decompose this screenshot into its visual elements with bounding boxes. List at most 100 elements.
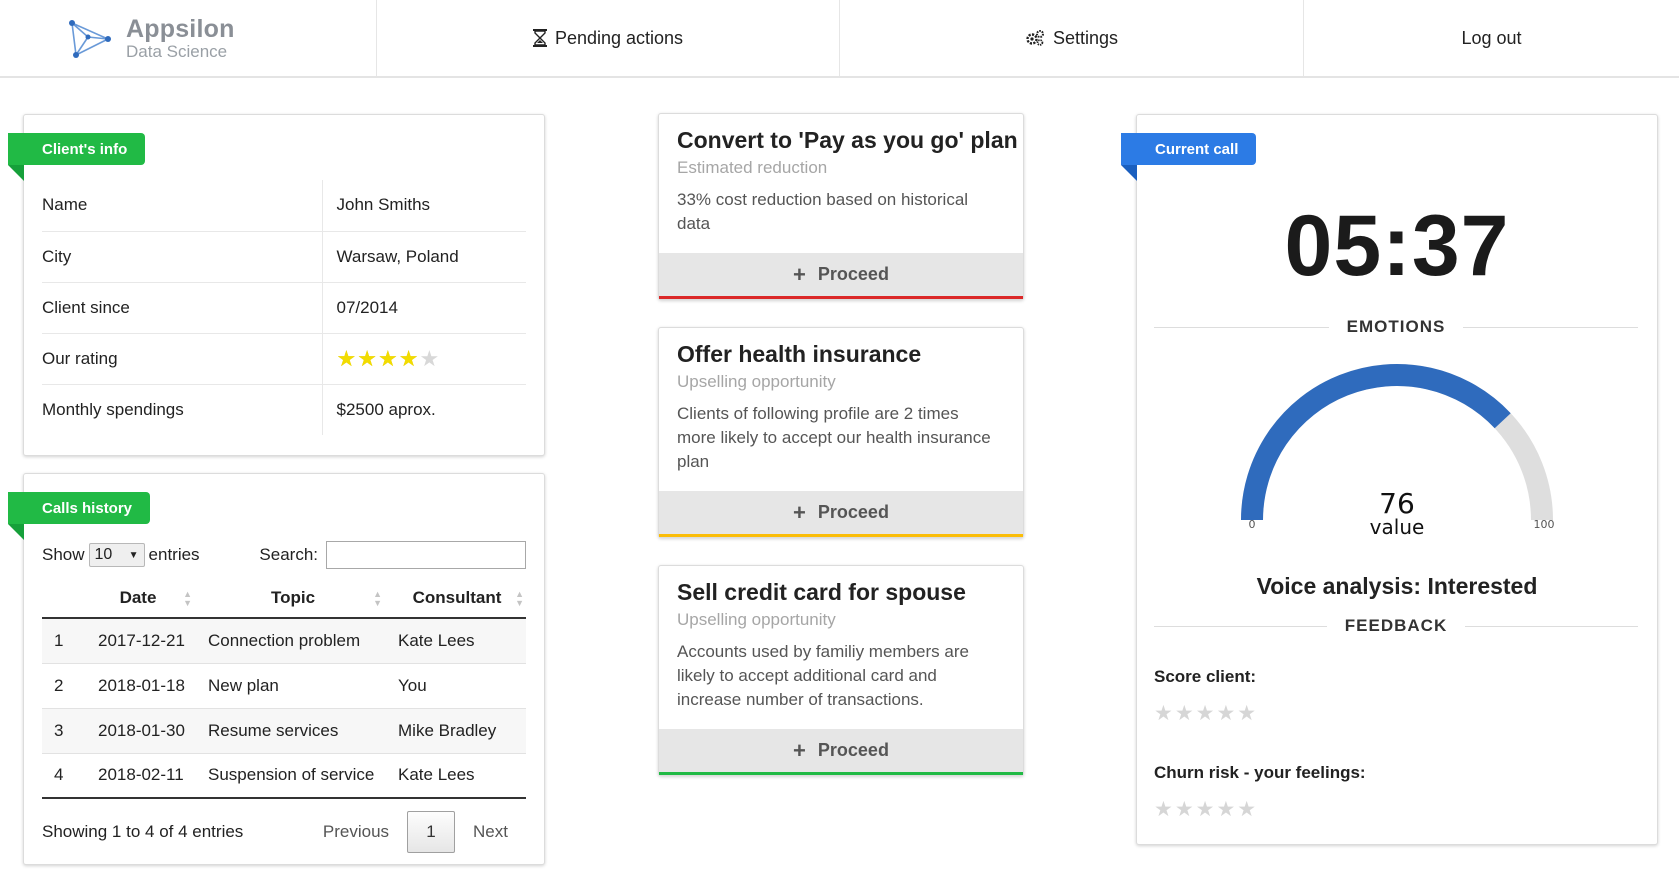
table-row[interactable]: 4 2018-02-11 Suspension of service Kate … <box>42 753 526 799</box>
action-card-pay-as-you-go: Convert to 'Pay as you go' plan Estimate… <box>658 113 1024 300</box>
emotions-divider: EMOTIONS <box>1154 317 1639 337</box>
cell-date: 2018-01-18 <box>78 663 198 709</box>
score-client-label: Score client: <box>1154 667 1257 686</box>
cell-consultant: Kate Lees <box>388 753 526 799</box>
col-header-topic[interactable]: Topic ▲ ▼ <box>198 578 388 619</box>
action-description: Clients of following profile are 2 times… <box>677 404 991 471</box>
table-row[interactable]: 2 2018-01-18 New plan You <box>42 663 526 709</box>
feedback-divider: FEEDBACK <box>1154 616 1639 636</box>
feedback-heading: FEEDBACK <box>1344 616 1448 635</box>
score-client-stars[interactable]: ★★★★★ <box>1154 701 1258 726</box>
info-row-rating: Our rating ★★★★★ <box>42 333 526 385</box>
cell-topic: Suspension of service <box>198 753 388 799</box>
info-row-client-since: Client since 07/2014 <box>42 282 526 334</box>
proceed-button[interactable]: + Proceed <box>659 491 1023 537</box>
previous-page-button[interactable]: Previous <box>305 822 407 842</box>
cell-index: 2 <box>42 663 78 709</box>
gauge-fill <box>1241 364 1511 521</box>
page-1-button[interactable]: 1 <box>407 811 456 853</box>
plus-icon: + <box>793 261 806 287</box>
nav-logout[interactable]: Log out <box>1304 0 1679 76</box>
call-timer: 05:37 <box>1284 198 1510 294</box>
gauge-max-label: 100 <box>1534 518 1555 531</box>
nav-settings-label: Settings <box>1052 27 1119 48</box>
emotions-gauge: 76 value 0 100 <box>1241 364 1555 535</box>
show-label: Show <box>42 545 85 564</box>
cell-consultant: Mike Bradley <box>388 708 526 754</box>
action-card-credit-card: Sell credit card for spouse Upselling op… <box>658 565 1024 776</box>
info-key: Name <box>42 180 323 232</box>
star-filled-icon: ★ <box>357 345 378 371</box>
action-card-health-insurance: Offer health insurance Upselling opportu… <box>658 327 1024 538</box>
plus-icon: + <box>793 499 806 525</box>
nav-settings[interactable]: Settings <box>840 0 1304 76</box>
table-footer: Showing 1 to 4 of 4 entries Previous 1 N… <box>42 809 526 855</box>
cell-index: 3 <box>42 708 78 754</box>
gears-icon <box>1026 30 1044 46</box>
star-filled-icon: ★ <box>336 345 358 371</box>
gauge-value-label: value <box>1370 515 1425 535</box>
sort-icon: ▲ ▼ <box>515 589 524 608</box>
table-row[interactable]: 1 2017-12-21 Connection problem Kate Lee… <box>42 618 526 664</box>
client-info-table: Name John Smiths City Warsaw, Poland Cli… <box>42 180 526 435</box>
cell-index: 1 <box>42 618 78 664</box>
page-size-select[interactable]: 10 ▼ <box>88 543 145 567</box>
info-row-city: City Warsaw, Poland <box>42 231 526 283</box>
nav-logout-label: Log out <box>1461 27 1522 48</box>
proceed-button[interactable]: + Proceed <box>659 729 1023 775</box>
action-description: 33% cost reduction based on historical d… <box>677 190 969 233</box>
action-subtitle: Upselling opportunity <box>677 610 836 629</box>
action-title: Sell credit card for spouse <box>677 579 966 605</box>
info-value: Warsaw, Poland <box>322 231 526 283</box>
search-input[interactable] <box>326 541 526 569</box>
nav-pending-label: Pending actions <box>554 27 684 48</box>
action-description: Accounts used by familiy members are lik… <box>677 642 969 709</box>
gauge-min-label: 0 <box>1249 518 1256 531</box>
col-header-consultant[interactable]: Consultant ▲ ▼ <box>388 578 526 619</box>
churn-risk-stars[interactable]: ★★★★★ <box>1154 797 1258 822</box>
top-navbar: Appsilon Data Science Pending actions Se… <box>0 0 1679 78</box>
appsilon-logo-icon <box>69 20 111 58</box>
info-key: Our rating <box>42 333 323 385</box>
nav-pending-actions[interactable]: Pending actions <box>377 0 840 76</box>
action-subtitle: Upselling opportunity <box>677 372 836 391</box>
proceed-label: Proceed <box>817 740 889 760</box>
col-header-index <box>42 578 78 619</box>
action-subtitle: Estimated reduction <box>677 158 828 177</box>
cell-date: 2018-01-30 <box>78 708 198 754</box>
calls-history-card: Calls history Show 10 ▼ entries Search: … <box>8 473 545 865</box>
info-value: $2500 aprox. <box>336 399 436 419</box>
action-title: Convert to 'Pay as you go' plan <box>677 127 1018 153</box>
page-size-value: 10 <box>94 546 113 563</box>
logo[interactable]: Appsilon Data Science <box>0 0 377 76</box>
search-label: Search: <box>259 545 318 564</box>
sort-icon: ▲ ▼ <box>183 589 192 608</box>
cell-topic: Resume services <box>198 708 388 754</box>
emotions-heading: EMOTIONS <box>1346 317 1446 336</box>
logo-subtitle: Data Science <box>126 41 228 61</box>
info-value: John Smiths <box>322 180 526 232</box>
voice-analysis: Voice analysis: Interested <box>1256 573 1538 599</box>
logo-title: Appsilon <box>126 14 235 43</box>
caret-down-icon: ▼ <box>128 549 139 561</box>
plus-icon: + <box>793 737 806 763</box>
client-info-ribbon: Client's info <box>8 133 146 181</box>
calls-history-ribbon: Calls history <box>8 492 151 540</box>
next-page-button[interactable]: Next <box>455 822 526 842</box>
proceed-button[interactable]: + Proceed <box>659 253 1023 299</box>
table-info: Showing 1 to 4 of 4 entries <box>42 822 244 841</box>
info-key: Client since <box>42 282 323 334</box>
proceed-label: Proceed <box>817 502 889 522</box>
churn-risk-label: Churn risk - your feelings: <box>1154 763 1366 782</box>
current-call-card: Current call 05:37 EMOTIONS 76 value 0 1… <box>1121 114 1658 845</box>
action-title: Offer health insurance <box>677 341 922 367</box>
calls-history-table: Date ▲ ▼ Topic ▲ ▼ Consultant ▲ ▼ 1 2017-12-21… <box>42 578 526 799</box>
col-header-date[interactable]: Date ▲ ▼ <box>78 578 198 619</box>
cell-topic: New plan <box>198 663 388 709</box>
info-key: Monthly spendings <box>42 384 323 435</box>
sort-icon: ▲ ▼ <box>373 589 382 608</box>
table-row[interactable]: 3 2018-01-30 Resume services Mike Bradle… <box>42 708 526 754</box>
cell-date: 2017-12-21 <box>78 618 198 664</box>
table-header-row: Date ▲ ▼ Topic ▲ ▼ Consultant ▲ ▼ <box>42 578 526 619</box>
info-row-name: Name John Smiths <box>42 180 526 232</box>
